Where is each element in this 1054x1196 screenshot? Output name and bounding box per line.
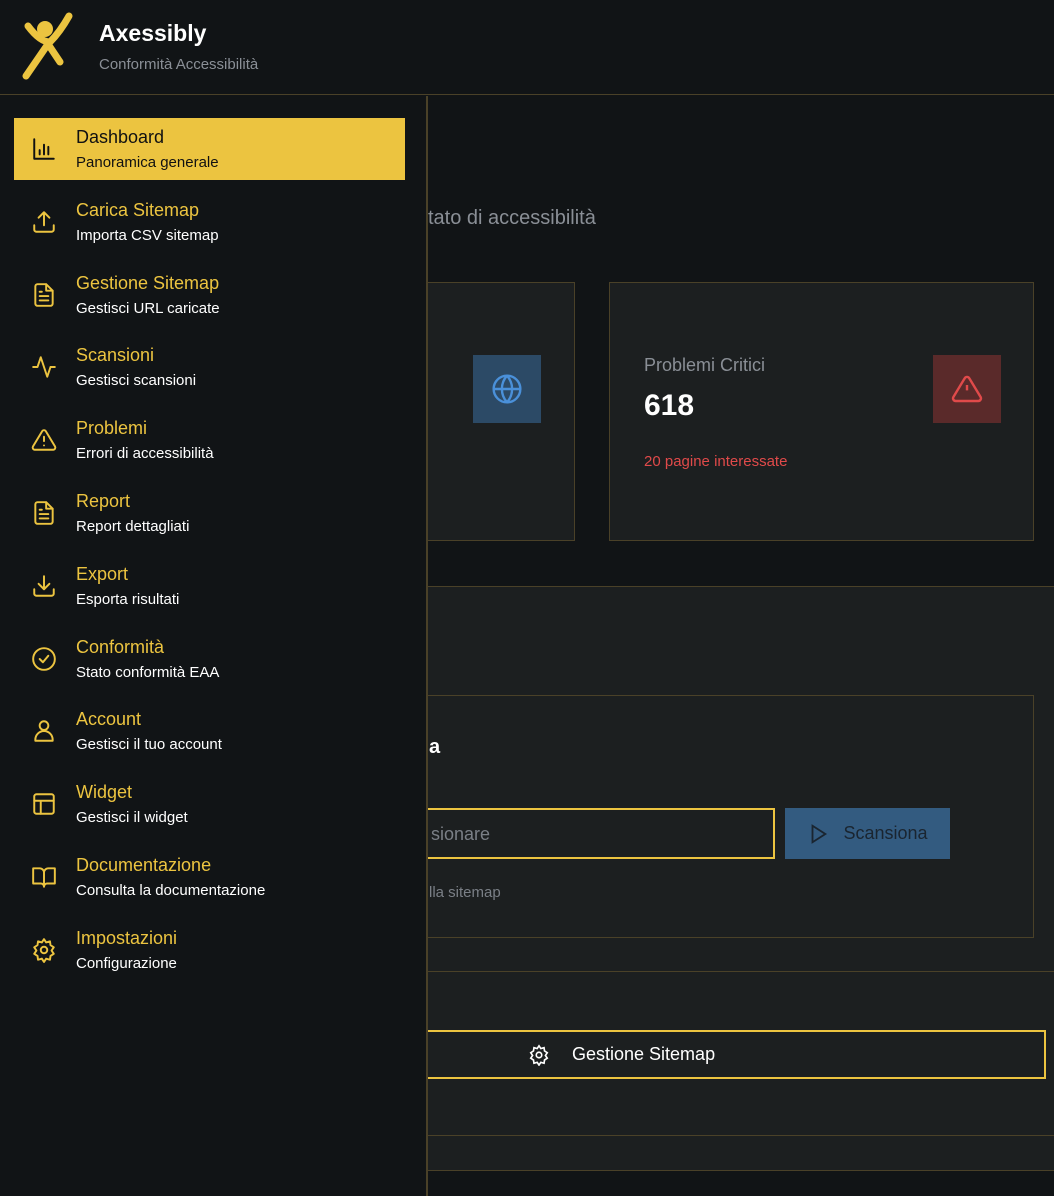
- sidebar-item-subtitle: Panoramica generale: [76, 154, 219, 171]
- warning-icon: [31, 427, 57, 453]
- footer-strip: [428, 1135, 1054, 1171]
- file-text-icon: [31, 282, 57, 308]
- sidebar-item-label: Dashboard: [76, 127, 164, 148]
- sidebar-item-label: Gestione Sitemap: [76, 273, 219, 294]
- sidebar-item-carica-sitemap[interactable]: Carica Sitemap Importa CSV sitemap: [14, 191, 405, 253]
- sidebar-item-dashboard[interactable]: Dashboard Panoramica generale: [14, 118, 405, 180]
- app-header: Axessibly Conformità Accessibilità: [0, 0, 1054, 95]
- sidebar-item-subtitle: Stato conformità EAA: [76, 664, 219, 681]
- sidebar-item-subtitle: Gestisci URL caricate: [76, 300, 220, 317]
- check-circle-icon: [31, 646, 57, 672]
- url-input-placeholder: sionare: [431, 824, 490, 845]
- critical-value: 618: [644, 389, 694, 423]
- sidebar-item-report[interactable]: Report Report dettagliati: [14, 482, 405, 544]
- page-subtitle: tato di accessibilità: [428, 207, 596, 230]
- sidebar-item-label: Carica Sitemap: [76, 200, 199, 221]
- file-text-icon: [31, 500, 57, 526]
- sidebar-item-label: Export: [76, 564, 128, 585]
- actions-section: Gestione Sitemap: [428, 971, 1054, 1136]
- bar-chart-icon: [31, 136, 57, 162]
- manage-sitemap-label: Gestione Sitemap: [572, 1044, 715, 1065]
- critical-note: 20 pagine interessate: [644, 453, 787, 470]
- scan-button[interactable]: Scansiona: [785, 808, 950, 859]
- critical-label: Problemi Critici: [644, 355, 765, 376]
- layout-icon: [31, 791, 57, 817]
- logo-icon: [20, 10, 76, 80]
- sidebar-item-documentazione[interactable]: Documentazione Consulta la documentazion…: [14, 846, 405, 908]
- sidebar-item-label: Conformità: [76, 637, 164, 658]
- sidebar-item-subtitle: Consulta la documentazione: [76, 882, 265, 899]
- activity-icon: [31, 354, 57, 380]
- sidebar-item-widget[interactable]: Widget Gestisci il widget: [14, 773, 405, 835]
- sidebar-item-label: Documentazione: [76, 855, 211, 876]
- sidebar-item-label: Scansioni: [76, 345, 154, 366]
- gear-icon: [31, 937, 57, 963]
- app-tagline: Conformità Accessibilità: [99, 56, 258, 73]
- sidebar-item-subtitle: Gestisci il tuo account: [76, 736, 222, 753]
- user-icon: [31, 718, 57, 744]
- url-input[interactable]: sionare: [379, 808, 775, 859]
- scan-title: a: [429, 736, 440, 759]
- scan-card: a sionare Scansiona lla sitemap: [378, 695, 1034, 938]
- sidebar-item-account[interactable]: Account Gestisci il tuo account: [14, 700, 405, 762]
- sidebar-item-label: Report: [76, 491, 130, 512]
- sidebar-item-label: Account: [76, 709, 141, 730]
- book-icon: [31, 864, 57, 890]
- sidebar-item-subtitle: Gestisci il widget: [76, 809, 188, 826]
- sidebar-item-gestione-sitemap[interactable]: Gestione Sitemap Gestisci URL caricate: [14, 264, 405, 326]
- sidebar-item-subtitle: Configurazione: [76, 955, 177, 972]
- warning-icon: [933, 355, 1001, 423]
- sidebar-item-label: Impostazioni: [76, 928, 177, 949]
- sidebar-item-subtitle: Errori di accessibilità: [76, 445, 214, 462]
- globe-icon: [473, 355, 541, 423]
- manage-sitemap-button[interactable]: Gestione Sitemap: [418, 1030, 1046, 1079]
- stat-card-critical: Problemi Critici 618 20 pagine interessa…: [609, 282, 1034, 541]
- sidebar-item-label: Widget: [76, 782, 132, 803]
- play-icon: [807, 823, 829, 845]
- sidebar-item-export[interactable]: Export Esporta risultati: [14, 555, 405, 617]
- upload-icon: [31, 209, 57, 235]
- gear-icon: [528, 1044, 550, 1066]
- sidebar-item-subtitle: Gestisci scansioni: [76, 372, 196, 389]
- scan-section: a sionare Scansiona lla sitemap: [428, 586, 1054, 972]
- sidebar-item-scansioni[interactable]: Scansioni Gestisci scansioni: [14, 336, 405, 398]
- sidebar-item-label: Problemi: [76, 418, 147, 439]
- sidebar-item-impostazioni[interactable]: Impostazioni Configurazione: [14, 919, 405, 981]
- scan-button-label: Scansiona: [843, 823, 927, 844]
- sidebar-item-subtitle: Report dettagliati: [76, 518, 189, 535]
- download-icon: [31, 573, 57, 599]
- sidebar-item-subtitle: Importa CSV sitemap: [76, 227, 219, 244]
- sidebar-item-problemi[interactable]: Problemi Errori di accessibilità: [14, 409, 405, 471]
- scan-hint: lla sitemap: [429, 884, 501, 901]
- sidebar-item-conformit-[interactable]: Conformità Stato conformità EAA: [14, 628, 405, 690]
- sidebar-item-subtitle: Esporta risultati: [76, 591, 179, 608]
- sidebar: Dashboard Panoramica generale Carica Sit…: [0, 96, 428, 1196]
- app-name: Axessibly: [99, 20, 206, 47]
